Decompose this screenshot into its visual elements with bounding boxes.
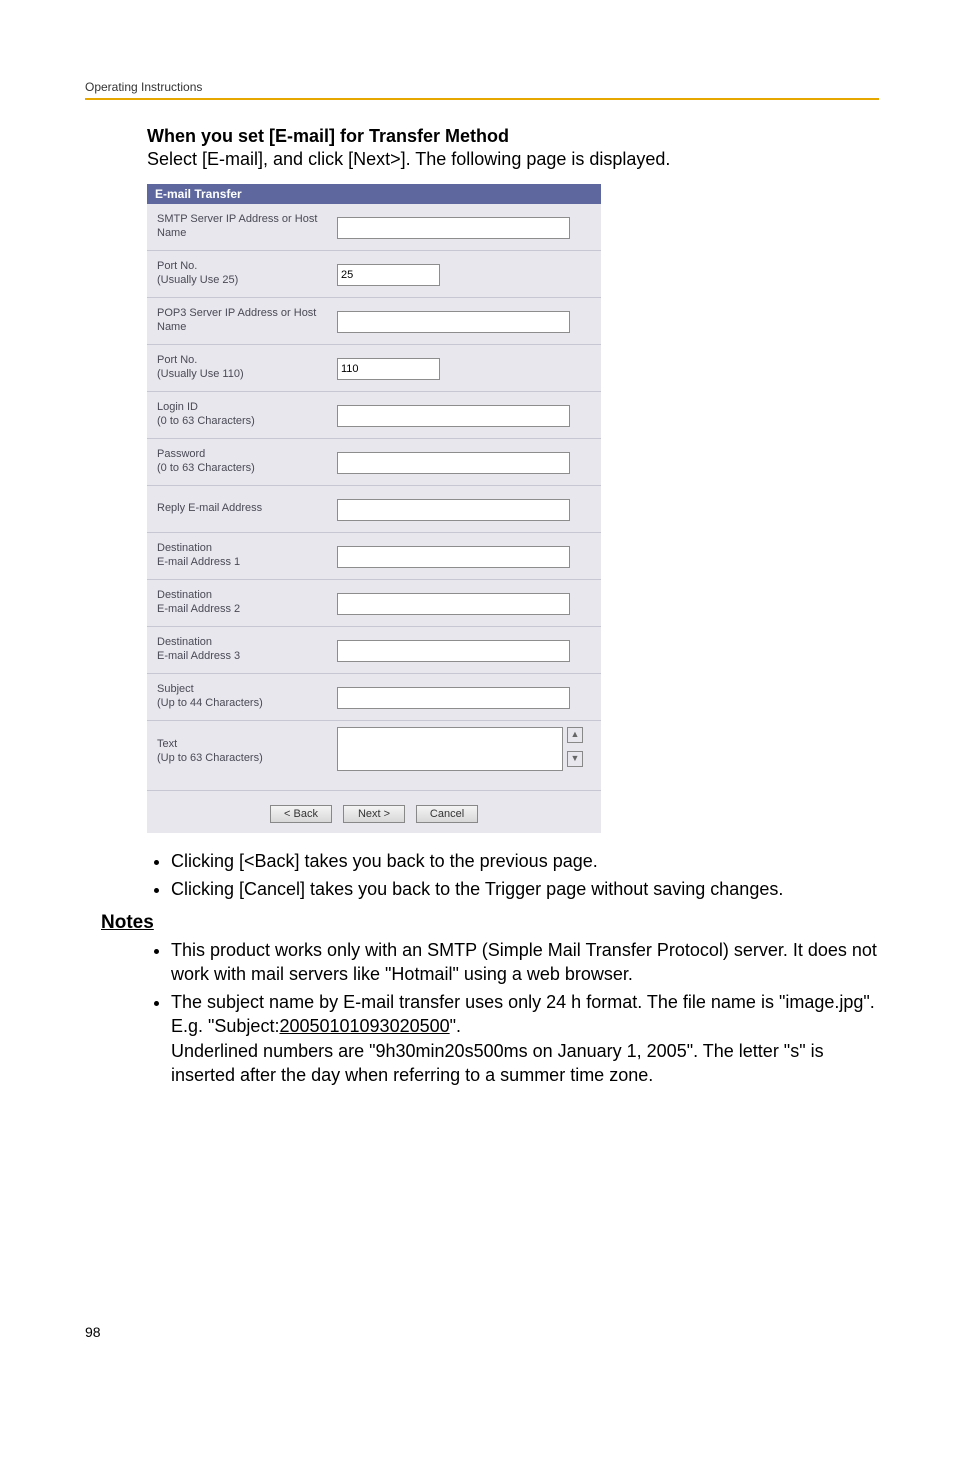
notes-heading: Notes [101,912,879,934]
next-button[interactable]: Next > [343,805,405,823]
panel-row: DestinationE-mail Address 2 [147,579,601,626]
panel-input[interactable] [337,546,570,568]
panel-button-row: < Back Next > Cancel [147,790,601,823]
panel-row-label: Port No.(Usually Use 110) [157,354,337,382]
notes-bullets: This product works only with an SMTP (Si… [147,938,879,1088]
underlined-text: 20050101093020500 [279,1016,449,1036]
section-intro: Select [E-mail], and click [Next>]. The … [147,149,879,170]
panel-row-label: DestinationE-mail Address 3 [157,636,337,664]
page-number: 98 [85,1324,101,1340]
panel-input[interactable] [337,640,570,662]
panel-input[interactable] [337,264,440,286]
panel-row: Login ID(0 to 63 Characters) [147,391,601,438]
panel-row: SMTP Server IP Address or Host Name [147,204,601,250]
panel-title: E-mail Transfer [147,184,601,204]
panel-row-label: DestinationE-mail Address 2 [157,589,337,617]
list-item: Clicking [Cancel] takes you back to the … [171,877,879,901]
panel-row-label: Reply E-mail Address [157,502,337,516]
panel-row: Reply E-mail Address [147,485,601,532]
after-panel-bullets: Clicking [<Back] takes you back to the p… [147,849,879,902]
panel-input[interactable] [337,593,570,615]
cancel-button[interactable]: Cancel [416,805,478,823]
panel-input[interactable] [337,311,570,333]
panel-input[interactable] [337,452,570,474]
panel-row-label: Text(Up to 63 Characters) [157,738,337,766]
scroll-up-icon[interactable]: ▲ [567,727,583,743]
panel-row: Port No.(Usually Use 25) [147,250,601,297]
panel-row: POP3 Server IP Address or Host Name [147,297,601,344]
panel-row: Port No.(Usually Use 110) [147,344,601,391]
panel-input[interactable] [337,405,570,427]
panel-input[interactable] [337,687,570,709]
panel-row-label: POP3 Server IP Address or Host Name [157,307,337,335]
email-transfer-panel: E-mail Transfer SMTP Server IP Address o… [147,184,601,833]
list-item: This product works only with an SMTP (Si… [171,938,879,987]
panel-input[interactable] [337,358,440,380]
section-heading: When you set [E-mail] for Transfer Metho… [147,126,879,147]
panel-row: Text(Up to 63 Characters)▲▼ [147,720,601,782]
panel-row-label: Subject(Up to 44 Characters) [157,683,337,711]
panel-input[interactable] [337,499,570,521]
textarea-scroll-arrows: ▲▼ [567,727,583,775]
panel-textarea[interactable] [337,727,563,771]
list-item: Clicking [<Back] takes you back to the p… [171,849,879,873]
panel-row: Subject(Up to 44 Characters) [147,673,601,720]
panel-row-label: DestinationE-mail Address 1 [157,542,337,570]
panel-row-label: Login ID(0 to 63 Characters) [157,401,337,429]
panel-row: DestinationE-mail Address 1 [147,532,601,579]
scroll-down-icon[interactable]: ▼ [567,751,583,767]
running-head: Operating Instructions [85,80,879,100]
back-button[interactable]: < Back [270,805,332,823]
panel-row-label: SMTP Server IP Address or Host Name [157,213,337,241]
panel-row-label: Password(0 to 63 Characters) [157,448,337,476]
panel-row-label: Port No.(Usually Use 25) [157,260,337,288]
list-item: The subject name by E-mail transfer uses… [171,990,879,1087]
panel-input[interactable] [337,217,570,239]
panel-row: Password(0 to 63 Characters) [147,438,601,485]
panel-row: DestinationE-mail Address 3 [147,626,601,673]
